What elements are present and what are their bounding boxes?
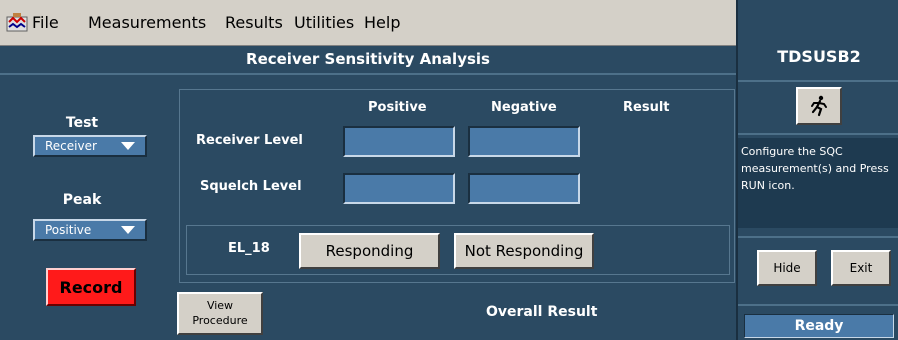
peak-dropdown-value: Positive xyxy=(45,223,92,237)
test-dropdown[interactable]: Receiver xyxy=(33,135,147,157)
chevron-down-icon xyxy=(121,226,135,234)
not-responding-button[interactable]: Not Responding xyxy=(454,233,594,269)
overall-result-label: Overall Result xyxy=(486,304,598,320)
receiver-level-positive-field[interactable] xyxy=(343,126,455,157)
status-indicator: Ready xyxy=(744,314,894,338)
panel-title: Receiver Sensitivity Analysis xyxy=(246,50,490,68)
test-label: Test xyxy=(65,115,99,131)
run-button[interactable] xyxy=(796,87,842,125)
app-icon xyxy=(6,13,28,32)
hide-button[interactable]: Hide xyxy=(757,250,817,286)
running-man-icon xyxy=(811,95,827,117)
row-label-squelch-level: Squelch Level xyxy=(200,179,302,194)
menu-measurements[interactable]: Measurements xyxy=(88,13,206,32)
right-panel-divider xyxy=(738,304,898,306)
chevron-down-icon xyxy=(121,142,135,150)
right-panel-divider xyxy=(738,236,898,238)
peak-label: Peak xyxy=(62,192,102,208)
record-button[interactable]: Record xyxy=(46,268,136,306)
menu-results[interactable]: Results xyxy=(225,13,283,32)
squelch-level-negative-field[interactable] xyxy=(468,173,580,204)
column-header-negative: Negative xyxy=(491,100,557,115)
test-dropdown-value: Receiver xyxy=(45,139,97,153)
message-text: Configure the SQC measurement(s) and Pre… xyxy=(741,145,889,192)
column-header-result: Result xyxy=(623,100,670,115)
view-procedure-button[interactable]: View Procedure xyxy=(177,292,263,335)
exit-button[interactable]: Exit xyxy=(831,250,891,286)
row-label-receiver-level: Receiver Level xyxy=(196,133,303,148)
squelch-level-positive-field[interactable] xyxy=(343,173,455,204)
receiver-level-negative-field[interactable] xyxy=(468,126,580,157)
menu-bar: File Measurements Results Utilities Help xyxy=(0,0,736,46)
title-divider xyxy=(0,73,736,75)
menu-help[interactable]: Help xyxy=(364,13,400,32)
menu-file[interactable]: File xyxy=(32,13,59,32)
el-label: EL_18 xyxy=(228,241,270,256)
view-procedure-line2: Procedure xyxy=(192,314,248,327)
responding-button[interactable]: Responding xyxy=(299,233,440,269)
brand-title: TDSUSB2 xyxy=(777,46,861,66)
menu-utilities[interactable]: Utilities xyxy=(294,13,354,32)
view-procedure-line1: View xyxy=(206,299,234,312)
right-panel-divider xyxy=(738,133,898,135)
column-header-positive: Positive xyxy=(368,100,427,115)
peak-dropdown[interactable]: Positive xyxy=(33,219,147,241)
right-panel-divider xyxy=(738,80,898,82)
